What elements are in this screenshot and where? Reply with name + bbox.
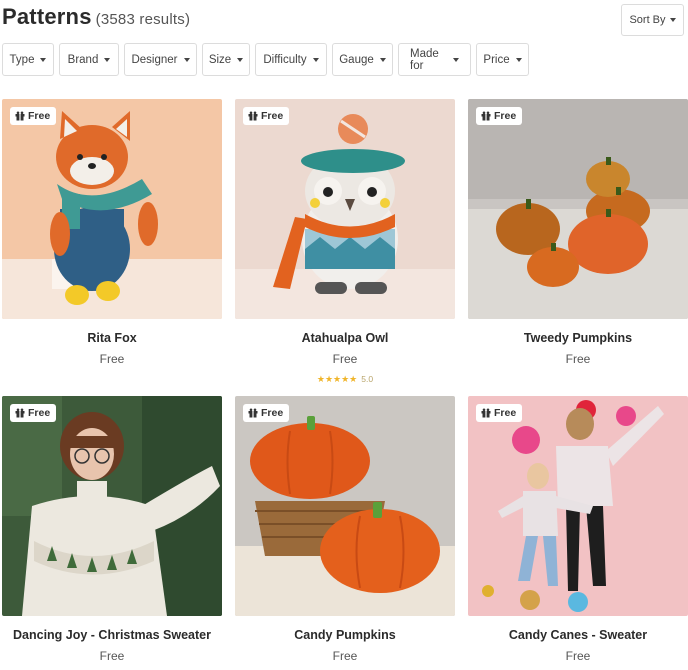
chevron-down-icon	[312, 57, 319, 62]
product-image[interactable]	[468, 99, 688, 319]
filter-label: Designer	[131, 53, 178, 66]
badge-label: Free	[28, 407, 51, 419]
filter-designer[interactable]: Designer	[124, 43, 197, 76]
free-badge: Free	[10, 404, 57, 422]
product-image[interactable]	[2, 396, 222, 616]
filter-label: Type	[9, 53, 35, 66]
filter-label: Gauge	[339, 53, 374, 66]
chevron-down-icon	[379, 57, 386, 62]
product-price: Free	[565, 352, 591, 366]
page-title-text: Patterns	[2, 4, 92, 29]
filter-bar: Type Brand Designer Size Difficulty Gaug…	[2, 43, 529, 76]
chevron-down-icon	[237, 57, 244, 62]
gift-icon	[481, 111, 491, 121]
product-price: Free	[332, 649, 358, 663]
free-badge: Free	[243, 107, 290, 125]
filter-label: Size	[208, 53, 232, 66]
badge-label: Free	[28, 110, 51, 122]
rating-value: 5.0	[361, 374, 374, 384]
product-price: Free	[565, 649, 591, 663]
page-title: Patterns (3583 results)	[2, 4, 190, 30]
filter-size[interactable]: Size	[202, 43, 250, 76]
product-name[interactable]: Atahualpa Owl	[235, 331, 455, 345]
product-price: Free	[99, 352, 125, 366]
filter-label: Brand	[67, 53, 99, 66]
page-header: Patterns (3583 results) Sort By	[0, 0, 688, 40]
product-name[interactable]: Dancing Joy - Christmas Sweater	[2, 628, 222, 642]
filter-price[interactable]: Price	[476, 43, 529, 76]
gift-icon	[15, 408, 25, 418]
product-image[interactable]	[468, 396, 688, 616]
gift-icon	[15, 111, 25, 121]
chevron-down-icon	[669, 18, 676, 22]
filter-difficulty[interactable]: Difficulty	[255, 43, 327, 76]
product-name[interactable]: Tweedy Pumpkins	[468, 331, 688, 345]
chevron-down-icon	[40, 57, 47, 62]
free-badge: Free	[476, 404, 523, 422]
product-name[interactable]: Rita Fox	[2, 331, 222, 345]
chevron-down-icon	[104, 57, 111, 62]
product-name[interactable]: Candy Canes - Sweater	[468, 628, 688, 642]
gift-icon	[248, 408, 258, 418]
product-name[interactable]: Candy Pumpkins	[235, 628, 455, 642]
free-badge: Free	[243, 404, 290, 422]
product-price: Free	[99, 649, 125, 663]
result-count: (3583 results)	[95, 11, 191, 28]
product-price: Free	[332, 352, 358, 366]
free-badge: Free	[476, 107, 523, 125]
badge-label: Free	[494, 110, 517, 122]
chevron-down-icon	[515, 57, 522, 62]
filter-made-for[interactable]: Made for	[398, 43, 471, 76]
free-badge: Free	[10, 107, 57, 125]
badge-label: Free	[494, 407, 517, 419]
product-image[interactable]	[235, 99, 455, 319]
filter-label: Made for	[410, 47, 439, 72]
sort-by-dropdown[interactable]: Sort By	[621, 4, 684, 36]
gift-icon	[248, 111, 258, 121]
product-image[interactable]	[2, 99, 222, 319]
rating-stars-icon: ★★★★★	[316, 374, 358, 384]
badge-label: Free	[261, 110, 284, 122]
chevron-down-icon	[453, 57, 459, 62]
gift-icon	[481, 408, 491, 418]
filter-label: Price	[483, 53, 510, 66]
filter-label: Difficulty	[263, 53, 307, 66]
sort-by-label: Sort By	[629, 14, 666, 26]
badge-label: Free	[261, 407, 284, 419]
filter-brand[interactable]: Brand	[59, 43, 119, 76]
filter-type[interactable]: Type	[2, 43, 54, 76]
product-rating: ★★★★★ 5.0	[235, 374, 455, 385]
product-image[interactable]	[235, 396, 455, 616]
filter-gauge[interactable]: Gauge	[332, 43, 393, 76]
chevron-down-icon	[183, 57, 190, 62]
